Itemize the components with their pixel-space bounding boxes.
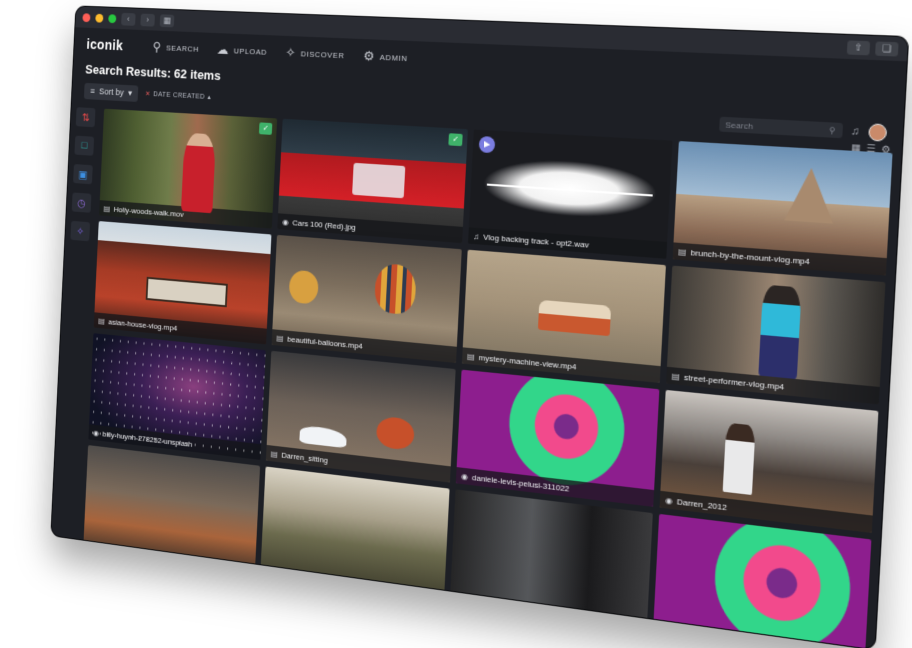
asset-tile[interactable]: ▶ ♫ Vlog backing track - opt2.wav <box>468 130 672 259</box>
asset-tile[interactable]: ◉ billy-huynh-278252-unsplash <box>88 333 265 460</box>
asset-name: brunch-by-the-mount-vlog.mp4 <box>690 247 810 266</box>
video-icon: ▤ <box>276 333 283 343</box>
chevron-down-icon: ▾ <box>128 88 132 99</box>
search-placeholder: Search <box>725 120 753 131</box>
asset-name: asian-house-vlog.mp4 <box>108 317 177 332</box>
back-button[interactable]: ‹ <box>121 12 136 25</box>
asset-tile[interactable]: ▤ mystery-machine-view.mp4 <box>462 250 666 383</box>
nav-upload-label: UPLOAD <box>234 46 268 56</box>
camera-icon: ◉ <box>93 428 99 437</box>
approved-icon: ✓ <box>448 133 462 146</box>
asset-name: billy-huynh-278252-unsplash <box>102 429 192 448</box>
asset-tile[interactable]: ✓ ▤ Holly-woods-walk.mov <box>99 109 277 229</box>
asset-grid: ✓ ▤ Holly-woods-walk.mov ✓ ◉ Cars 100 (Red… <box>83 109 892 648</box>
asset-name: Holly-woods-walk.mov <box>114 205 184 219</box>
discover-icon[interactable]: ✧ <box>70 221 90 241</box>
forward-button[interactable]: › <box>140 13 155 26</box>
filters-icon[interactable]: ⇅ <box>76 107 96 127</box>
video-icon: ▤ <box>672 371 681 381</box>
discover-icon: ✧ <box>285 45 296 61</box>
nav-admin-label: ADMIN <box>380 52 408 62</box>
asset-name: Vlog backing track - opt2.wav <box>483 232 589 249</box>
results-grid-area: ▦ ☰ ⚙ ✓ ▤ Holly-woods-walk.mov ✓ ◉ Cars 10… <box>80 103 902 648</box>
asset-tile[interactable]: ▤ beautiful-balloons.mp4 <box>272 235 462 363</box>
search-input[interactable]: Search ⚲ <box>719 117 843 139</box>
avatar[interactable] <box>868 123 887 141</box>
sidebar-toggle-icon[interactable]: ▦ <box>160 14 175 27</box>
play-icon[interactable]: ▶ <box>479 136 496 153</box>
nav-search[interactable]: ⚲ SEARCH <box>152 39 199 57</box>
camera-icon: ◉ <box>665 495 673 505</box>
asset-tile[interactable] <box>653 514 871 648</box>
asset-name: Darren_2012 <box>677 496 728 511</box>
asset-tile[interactable] <box>83 445 260 575</box>
app-logo: iconik <box>86 36 123 53</box>
asset-tile[interactable] <box>260 466 449 601</box>
app-window: ‹ › ▦ ⇧ ❏ iconik ⚲ SEARCH ☁ UPLOAD ✧ DIS… <box>51 6 908 648</box>
asset-name: Darren_sitting <box>281 450 328 464</box>
filter-chip-label: DATE CREATED <box>153 91 205 100</box>
asset-tile[interactable]: ▤ brunch-by-the-mount-vlog.mp4 <box>673 141 893 276</box>
nav-upload[interactable]: ☁ UPLOAD <box>217 42 268 60</box>
asset-tile[interactable]: ◉ Darren_2012 <box>660 390 879 533</box>
gear-icon: ⚙ <box>363 48 375 65</box>
sort-direction-icon: ▴ <box>207 93 211 101</box>
cloud-upload-icon: ☁ <box>217 42 230 58</box>
sort-label: Sort by <box>99 86 124 97</box>
minimize-window-button[interactable] <box>95 13 103 22</box>
camera-icon: ◉ <box>282 217 289 226</box>
folder-icon[interactable]: □ <box>74 136 94 156</box>
music-note-icon: ♫ <box>473 231 479 241</box>
close-icon[interactable]: ✕ <box>145 90 151 98</box>
sort-icon: ≡ <box>90 86 95 96</box>
asset-tile[interactable] <box>450 489 653 630</box>
asset-name: Cars 100 (Red).jpg <box>292 218 356 232</box>
nav-discover[interactable]: ✧ DISCOVER <box>285 45 345 63</box>
asset-tile[interactable]: ✓ ◉ Cars 100 (Red).jpg <box>277 119 468 243</box>
filter-chip-date-created[interactable]: ✕ DATE CREATED ▴ <box>145 90 211 101</box>
approved-icon: ✓ <box>259 122 272 135</box>
saved-search-icon[interactable]: ▣ <box>73 164 93 184</box>
asset-tile[interactable]: ▤ street-performer-vlog.mp4 <box>666 266 885 405</box>
asset-name: mystery-machine-view.mp4 <box>478 352 576 371</box>
camera-icon: ◉ <box>461 471 468 481</box>
search-icon: ⚲ <box>152 39 162 55</box>
nav-search-label: SEARCH <box>166 43 199 53</box>
maximize-window-button[interactable] <box>108 14 116 23</box>
asset-tile[interactable]: ◉ daniele-levis-pelusi-311022 <box>456 370 660 507</box>
video-icon: ▤ <box>104 204 111 213</box>
nav-discover-label: DISCOVER <box>301 49 345 60</box>
sort-dropdown[interactable]: ≡ Sort by ▾ <box>84 82 139 101</box>
video-icon: ▤ <box>271 449 278 459</box>
video-icon: ▤ <box>98 316 105 325</box>
history-icon[interactable]: ◷ <box>72 192 92 212</box>
asset-tile[interactable]: ▤ Darren_sitting <box>266 351 456 483</box>
asset-tile[interactable]: ▤ asian-house-vlog.mp4 <box>94 221 272 344</box>
asset-name: daniele-levis-pelusi-311022 <box>472 472 570 493</box>
tabs-icon[interactable]: ❏ <box>875 41 899 56</box>
asset-name: beautiful-balloons.mp4 <box>287 334 363 350</box>
share-icon[interactable]: ⇧ <box>847 40 870 55</box>
video-icon: ▤ <box>467 351 475 361</box>
close-window-button[interactable] <box>82 13 90 22</box>
nav-admin[interactable]: ⚙ ADMIN <box>363 48 408 66</box>
bell-icon[interactable]: ♫ <box>851 125 860 137</box>
asset-name: street-performer-vlog.mp4 <box>684 372 785 391</box>
video-icon: ▤ <box>678 246 687 256</box>
search-icon: ⚲ <box>829 125 836 135</box>
